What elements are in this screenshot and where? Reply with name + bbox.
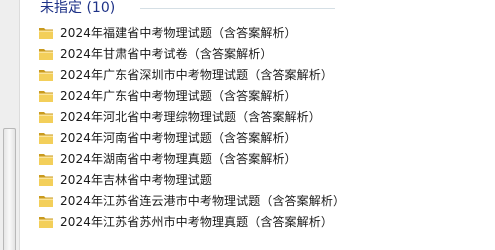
folder-icon xyxy=(39,48,53,60)
list-item[interactable]: 2024年湖南省中考物理真题（含答案解析） xyxy=(38,148,345,169)
list-item[interactable]: 2024年甘肃省中考试卷（含答案解析） xyxy=(38,43,345,64)
list-item[interactable]: 2024年广东省中考物理试题（含答案解析） xyxy=(38,85,345,106)
list-item[interactable]: 2024年江苏省连云港市中考物理试题（含答案解析） xyxy=(38,190,345,211)
file-name: 2024年江苏省连云港市中考物理试题（含答案解析） xyxy=(60,194,346,208)
folder-icon xyxy=(39,216,53,228)
file-name: 2024年甘肃省中考试卷（含答案解析） xyxy=(60,47,273,61)
vertical-scrollbar[interactable] xyxy=(0,0,20,250)
folder-icon xyxy=(39,174,53,186)
list-item[interactable]: 2024年福建省中考物理试题（含答案解析） xyxy=(38,22,345,43)
folder-icon xyxy=(39,153,53,165)
folder-icon xyxy=(39,195,53,207)
folder-icon xyxy=(39,111,53,123)
folder-icon xyxy=(39,69,53,81)
folder-icon xyxy=(39,132,53,144)
folder-icon xyxy=(39,27,53,39)
list-item[interactable]: 2024年河北省中考理综物理试题（含答案解析） xyxy=(38,106,345,127)
file-name: 2024年福建省中考物理试题（含答案解析） xyxy=(60,26,297,40)
file-name: 2024年河南省中考物理试题（含答案解析） xyxy=(60,131,297,145)
list-item[interactable]: 2024年吉林省中考物理试题 xyxy=(38,169,345,190)
group-header-title[interactable]: 未指定 (10) xyxy=(40,0,115,16)
file-name: 2024年江苏省苏州市中考物理真题（含答案解析） xyxy=(60,215,333,229)
file-name: 2024年河北省中考理综物理试题（含答案解析） xyxy=(60,110,321,124)
file-name: 2024年广东省中考物理试题（含答案解析） xyxy=(60,89,297,103)
file-name: 2024年广东省深圳市中考物理试题（含答案解析） xyxy=(60,68,333,82)
file-name: 2024年吉林省中考物理试题 xyxy=(60,173,212,187)
file-name: 2024年湖南省中考物理真题（含答案解析） xyxy=(60,152,297,166)
list-item[interactable]: 2024年江苏省苏州市中考物理真题（含答案解析） xyxy=(38,211,345,232)
group-header-divider xyxy=(140,8,335,9)
folder-icon xyxy=(39,90,53,102)
list-item[interactable]: 2024年广东省深圳市中考物理试题（含答案解析） xyxy=(38,64,345,85)
scrollbar-thumb[interactable] xyxy=(3,128,16,250)
list-item[interactable]: 2024年河南省中考物理试题（含答案解析） xyxy=(38,127,345,148)
file-list: 2024年福建省中考物理试题（含答案解析） 2024年甘肃省中考试卷（含答案解析… xyxy=(38,22,345,232)
